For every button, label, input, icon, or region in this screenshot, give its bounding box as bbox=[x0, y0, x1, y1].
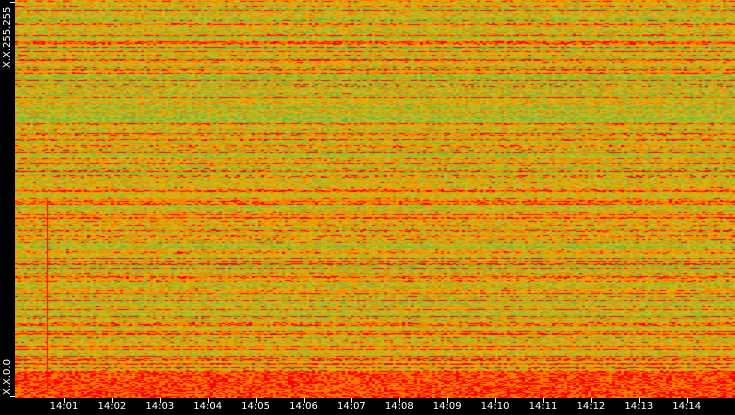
x-tick-label: 14:08 bbox=[384, 401, 414, 412]
x-tick-label: 14:04 bbox=[193, 401, 223, 412]
x-tick-label: 14:12 bbox=[576, 401, 606, 412]
x-tick-label: 14:14 bbox=[672, 401, 702, 412]
x-tick-label: 14:01 bbox=[49, 401, 79, 412]
x-tick-label: 14:02 bbox=[97, 401, 127, 412]
x-tick-label: 14:07 bbox=[336, 401, 366, 412]
y-tick-mark bbox=[10, 2, 15, 3]
x-tick-label: 14:11 bbox=[528, 401, 558, 412]
y-tick-text: X.X.255.255 bbox=[2, 6, 13, 68]
y-tick-label: X.X.255.255 bbox=[0, 6, 15, 68]
y-tick-text: X.X.0.0 bbox=[2, 359, 13, 395]
y-tick-mark bbox=[10, 396, 15, 397]
heatmap-canvas bbox=[15, 0, 735, 398]
x-tick-label: 14:05 bbox=[241, 401, 271, 412]
x-tick-label: 14:13 bbox=[624, 401, 654, 412]
x-tick-label: 14:10 bbox=[480, 401, 510, 412]
y-tick-label: X.X.0.0 bbox=[0, 359, 15, 395]
x-tick-label: 14:09 bbox=[432, 401, 462, 412]
x-tick-label: 14:03 bbox=[145, 401, 175, 412]
x-axis: 14:01 14:02 14:03 14:04 14:05 14:06 14:07 14:08… bbox=[0, 398, 735, 415]
x-tick-label: 14:06 bbox=[289, 401, 318, 412]
heatmap-chart: X.X.255.255 X.X.0.0 14:01 14:02 14:03 14:04… bbox=[0, 0, 735, 415]
